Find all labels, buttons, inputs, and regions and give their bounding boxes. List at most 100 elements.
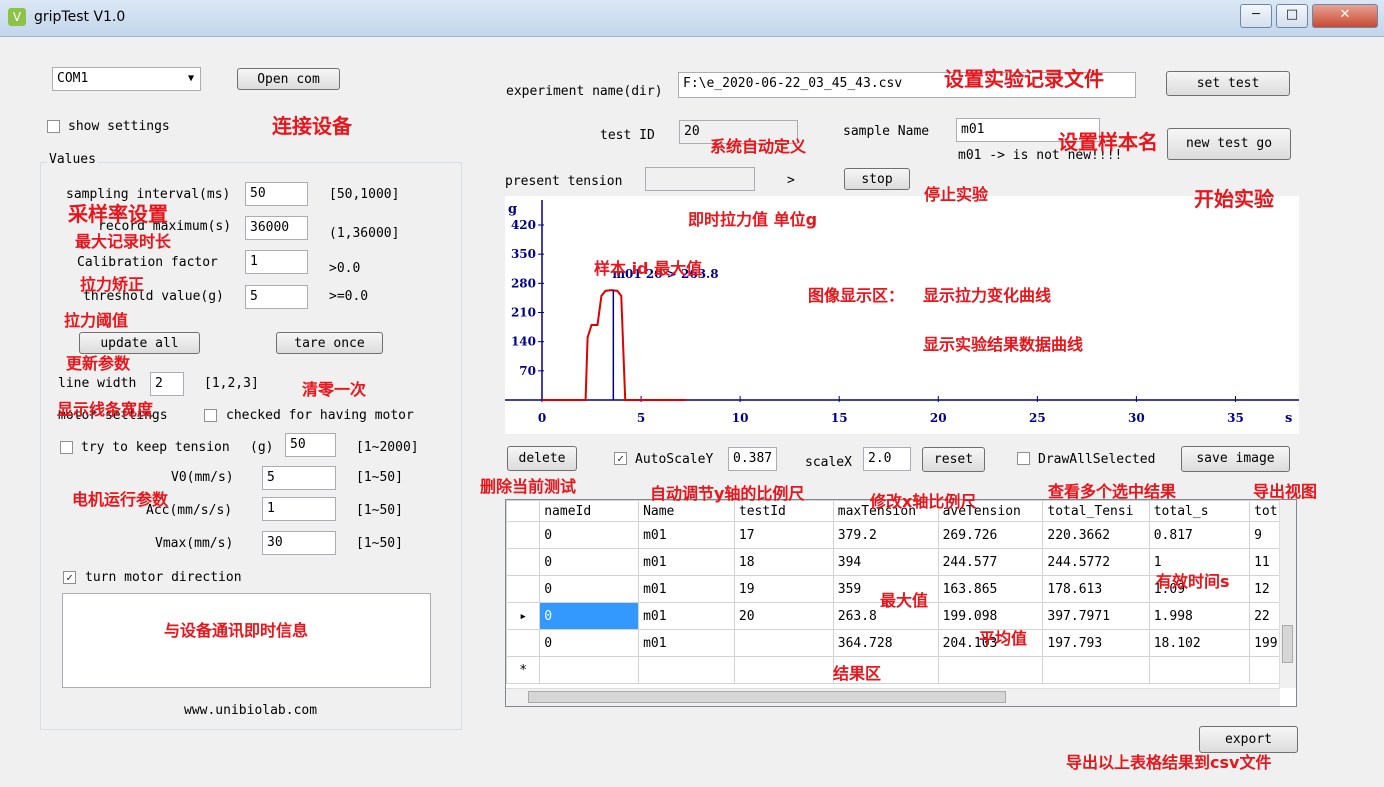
table-cell[interactable]: 379.2 (832, 521, 939, 549)
table-cell[interactable]: m01 (638, 602, 735, 630)
title-bar (0, 0, 1384, 37)
save-image-button[interactable]: save image (1181, 446, 1290, 472)
table-cell[interactable]: 0 (539, 602, 640, 630)
row-header[interactable]: * (505, 656, 541, 684)
threshold-input[interactable]: 5 (245, 285, 308, 309)
table-cell[interactable] (733, 656, 834, 684)
open-com-button[interactable]: Open com (237, 68, 340, 90)
table-cell[interactable]: 18 (733, 548, 834, 576)
stop-button[interactable]: stop (844, 168, 910, 190)
reset-button[interactable]: reset (922, 447, 985, 472)
window-title: gripTest V1.0 (34, 9, 126, 25)
table-cell[interactable]: 244.5772 (1042, 548, 1150, 576)
table-corner-cell (505, 500, 541, 522)
column-header[interactable]: total_s (1148, 500, 1251, 522)
sampling-input[interactable]: 50 (245, 182, 308, 206)
turn-motor-checkbox[interactable]: ✓ (63, 571, 76, 584)
present-tension-display (645, 167, 755, 191)
table-cell[interactable]: 19 (733, 575, 834, 603)
table-cell[interactable] (937, 656, 1044, 684)
table-cell[interactable] (1148, 656, 1251, 684)
annotation-connect-device: 连接设备 (272, 114, 352, 138)
table-cell[interactable] (638, 656, 735, 684)
x-tick-label: 0 (538, 411, 546, 425)
table-cell[interactable]: 0 (539, 521, 640, 549)
keep-tension-input[interactable]: 50 (285, 433, 336, 457)
vertical-scrollbar[interactable] (1279, 500, 1296, 688)
annotation-view-multi: 查看多个选中结果 (1048, 482, 1177, 501)
table-cell[interactable]: m01 (638, 629, 735, 657)
table-cell[interactable]: 397.7971 (1042, 602, 1150, 630)
table-cell[interactable]: m01 (638, 521, 735, 549)
table-cell[interactable]: 178.613 (1042, 575, 1150, 603)
x-tick-label: 35 (1227, 411, 1244, 425)
autoscale-input[interactable]: 0.387 (728, 447, 777, 471)
table-row[interactable]: 0 m01 364.728 204.103 197.793 18.102 199 (505, 629, 1296, 657)
column-header[interactable]: total_Tensi (1042, 500, 1150, 522)
table-cell[interactable]: 269.726 (937, 521, 1044, 549)
row-header[interactable] (505, 575, 541, 603)
new-test-go-button[interactable]: new test go (1167, 128, 1291, 160)
record-max-input[interactable]: 36000 (245, 216, 308, 240)
table-cell[interactable]: 1.998 (1148, 602, 1251, 630)
autoscale-label: AutoScaleY (635, 452, 714, 467)
v0-input[interactable]: 5 (262, 466, 336, 490)
table-cell[interactable]: 394 (832, 548, 939, 576)
table-cell[interactable]: 17 (733, 521, 834, 549)
table-cell[interactable]: 163.865 (937, 575, 1044, 603)
maximize-button[interactable]: □ (1276, 4, 1308, 28)
new-row[interactable]: * (505, 656, 1296, 684)
row-header[interactable] (505, 629, 541, 657)
table-row[interactable]: 0 m01 17 379.2 269.726 220.3662 0.817 9 (505, 521, 1296, 549)
row-header[interactable] (505, 548, 541, 576)
table-cell[interactable]: 0.817 (1148, 521, 1251, 549)
keep-tension-checkbox[interactable] (60, 441, 73, 454)
table-cell[interactable]: m01 (638, 548, 735, 576)
autoscale-checkbox[interactable]: ✓ (614, 452, 627, 465)
delete-button[interactable]: delete (507, 446, 577, 471)
having-motor-checkbox[interactable] (204, 409, 217, 422)
table-cell[interactable]: 0 (539, 548, 640, 576)
table-cell[interactable] (1042, 656, 1150, 684)
calib-input[interactable]: 1 (245, 250, 308, 274)
row-header[interactable]: ▸ (505, 602, 541, 630)
calib-range: >0.0 (329, 261, 361, 276)
com-port-select[interactable]: COM1 ▼ (52, 67, 201, 91)
vmax-input[interactable]: 30 (262, 531, 336, 555)
set-test-button[interactable]: set test (1166, 71, 1290, 96)
horizontal-scrollbar[interactable] (506, 688, 1280, 706)
show-settings-checkbox[interactable] (47, 120, 60, 133)
table-cell[interactable]: 18.102 (1148, 629, 1251, 657)
close-button[interactable]: ✕ (1312, 4, 1378, 28)
table-cell[interactable]: 20 (733, 602, 834, 630)
draw-all-checkbox[interactable] (1017, 452, 1030, 465)
y-tick-label: 350 (511, 247, 536, 261)
table-cell[interactable]: 0 (539, 575, 640, 603)
minimize-button[interactable]: ─ (1240, 4, 1272, 28)
table-cell[interactable]: 364.728 (832, 629, 939, 657)
table-cell[interactable]: 244.577 (937, 548, 1044, 576)
annotation-sample-id-max: 样本 id 最大值 (594, 259, 703, 278)
table-cell[interactable]: 197.793 (1042, 629, 1150, 657)
draw-all-label: DrawAllSelected (1038, 452, 1156, 467)
vertical-scroll-thumb[interactable] (1282, 625, 1293, 663)
annotation-display-area: 图像显示区： (808, 286, 905, 305)
table-cell[interactable] (733, 629, 834, 657)
table-cell[interactable]: m01 (638, 575, 735, 603)
column-header[interactable]: nameId (539, 500, 640, 522)
line-width-input[interactable]: 2 (150, 372, 184, 396)
chart-area: g s 70 140 210 280 350 420 0 5 10 15 20 25 30 35 m01 20 … (505, 196, 1299, 434)
table-cell[interactable] (539, 656, 640, 684)
table-cell[interactable]: 220.3662 (1042, 521, 1150, 549)
v0-range: [1~50] (356, 470, 403, 485)
horizontal-scroll-thumb[interactable] (528, 691, 1006, 703)
table-cell[interactable]: 0 (539, 629, 640, 657)
annotation-export-csv: 导出以上表格结果到csv文件 (1066, 753, 1272, 772)
threshold-range: >=0.0 (329, 289, 369, 304)
row-header[interactable] (505, 521, 541, 549)
tare-once-button[interactable]: tare once (276, 332, 383, 354)
annotation-modify-x: 修改x轴比例尺 (870, 492, 977, 511)
acc-input[interactable]: 1 (262, 497, 336, 521)
x-axis-label: s (1285, 411, 1292, 426)
scalex-input[interactable]: 2.0 (863, 447, 911, 471)
